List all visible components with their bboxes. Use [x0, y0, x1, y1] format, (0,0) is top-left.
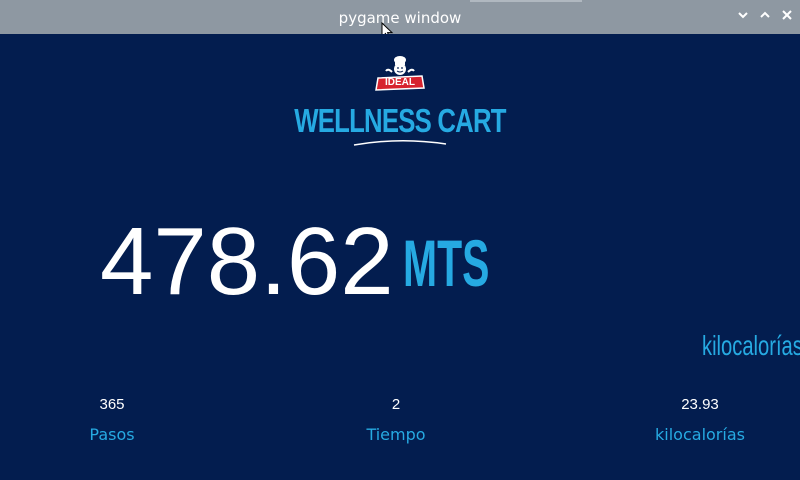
app-canvas: IDEAL WELLNESS CART 478.62 MTS kilocalor… [0, 34, 800, 480]
close-icon [782, 10, 792, 20]
chevron-down-icon [738, 12, 748, 19]
window-title: pygame window [338, 9, 462, 27]
brand-name: WELLNESS CART [294, 102, 506, 139]
time-value: 2 [391, 396, 401, 413]
kilocalories-label: kilocalorías [655, 425, 745, 444]
time-label: Tiempo [366, 425, 426, 444]
kilocalories-value: 23.93 [681, 396, 719, 413]
titlebar-highlight [470, 0, 582, 2]
minimize-button[interactable] [735, 9, 751, 25]
maximize-button[interactable] [757, 9, 773, 25]
logo-text: IDEAL [385, 77, 415, 88]
close-button[interactable] [779, 9, 795, 25]
chevron-up-icon [760, 11, 770, 18]
steps-label: Pasos [89, 425, 135, 444]
ideal-chef-logo-icon [375, 56, 425, 91]
distance-unit: MTS [403, 226, 490, 300]
kilocalories-side-label: kilocalorías [702, 330, 800, 361]
distance-value: 478.62 [100, 208, 394, 315]
brand-swoosh [353, 140, 447, 146]
steps-value: 365 [99, 396, 125, 413]
title-bar[interactable]: pygame window [0, 0, 800, 41]
